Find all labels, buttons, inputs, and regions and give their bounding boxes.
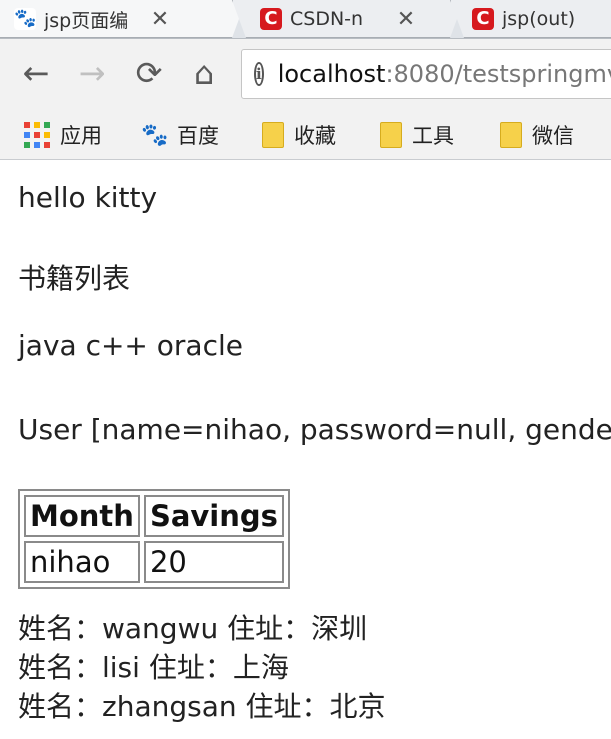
table-header-row: Month Savings xyxy=(24,495,284,537)
address-list: 姓名：wangwu 住址：深圳 姓名：lisi 住址：上海 姓名：zhangsa… xyxy=(18,609,386,726)
list-item: 姓名：lisi 住址：上海 xyxy=(18,651,289,684)
url-text[interactable]: localhost:8080/testspringmvc xyxy=(278,60,611,88)
apps-grid-dot xyxy=(24,132,30,138)
folder-icon xyxy=(500,122,522,148)
csdn-icon: C xyxy=(260,8,282,30)
bookmark-label: 收藏 xyxy=(294,124,336,148)
apps-grid-dot xyxy=(44,132,50,138)
close-icon[interactable]: ✕ xyxy=(150,7,170,32)
table-row: nihao 20 xyxy=(24,541,284,583)
book-list-heading: 书籍列表 xyxy=(18,262,131,295)
reload-icon[interactable]: ⟳ xyxy=(129,53,169,93)
browser-toolbar: ← → ⟳ ⌂ i localhost:8080/testspringmvc xyxy=(0,38,611,110)
info-icon[interactable]: i xyxy=(254,62,264,86)
list-item: 姓名：zhangsan 住址：北京 xyxy=(18,690,386,723)
baidu-paw-icon: 🐾 xyxy=(141,122,169,148)
baidu-paw-icon: 🐾 xyxy=(14,8,37,30)
tab-title: jsp(out) xyxy=(502,8,576,30)
forward-arrow-icon[interactable]: → xyxy=(72,53,112,93)
user-info-text: User [name=nihao, password=null, gender=… xyxy=(18,413,611,446)
column-header-month: Month xyxy=(24,495,140,537)
tab-csdn[interactable]: C CSDN-n ✕ xyxy=(232,0,464,38)
tab-title: CSDN-n xyxy=(290,8,364,30)
table-cell: nihao xyxy=(24,541,140,583)
table-cell: 20 xyxy=(143,541,284,583)
savings-table: Month Savings nihao 20 xyxy=(18,489,290,589)
bookmark-folder-gongju[interactable]: 工具 xyxy=(380,110,454,160)
apps-grid-dot xyxy=(44,142,50,148)
book-list-text: java c++ oracle xyxy=(18,329,243,362)
bookmark-apps[interactable]: 应用 xyxy=(24,110,102,160)
tab-jsp-page[interactable]: 🐾 jsp页面编 ✕ xyxy=(0,0,246,38)
bookmark-label: 微信 xyxy=(532,124,574,148)
bookmark-label: 应用 xyxy=(60,124,102,148)
list-item: 姓名：wangwu 住址：深圳 xyxy=(18,612,368,645)
url-host: localhost xyxy=(277,60,386,88)
bookmark-baidu[interactable]: 🐾 百度 xyxy=(141,110,219,160)
apps-grid-dot xyxy=(44,122,50,128)
address-bar[interactable]: i localhost:8080/testspringmvc xyxy=(241,49,611,99)
apps-grid-icon xyxy=(24,122,50,148)
tab-title: jsp页面编 xyxy=(44,9,129,32)
csdn-icon: C xyxy=(472,8,494,30)
apps-grid-dot xyxy=(34,122,40,128)
tab-jsp-out[interactable]: C jsp(out) xyxy=(450,0,611,38)
apps-grid-dot xyxy=(34,142,40,148)
bookmark-folder-weixin[interactable]: 微信 xyxy=(500,110,574,160)
folder-icon xyxy=(262,122,284,148)
close-icon[interactable]: ✕ xyxy=(396,7,416,32)
greeting-text: hello kitty xyxy=(18,181,158,214)
bookmark-label: 百度 xyxy=(177,124,219,148)
apps-grid-dot xyxy=(24,122,30,128)
home-icon[interactable]: ⌂ xyxy=(184,53,224,93)
tab-strip: 🐾 jsp页面编 ✕ C CSDN-n ✕ C jsp(out) xyxy=(0,0,611,38)
url-path: :8080/testspringmvc xyxy=(385,60,611,88)
bookmark-label: 工具 xyxy=(412,124,454,148)
folder-icon xyxy=(380,122,402,148)
bookmarks-bar: 应用 🐾 百度 收藏 工具 微信 xyxy=(0,110,611,160)
apps-grid-dot xyxy=(24,142,30,148)
apps-grid-dot xyxy=(34,132,40,138)
page-content: hello kitty 书籍列表 java c++ oracle User [n… xyxy=(0,161,611,739)
column-header-savings: Savings xyxy=(143,495,284,537)
back-arrow-icon[interactable]: ← xyxy=(16,53,56,93)
bookmark-folder-shoucang[interactable]: 收藏 xyxy=(262,110,336,160)
